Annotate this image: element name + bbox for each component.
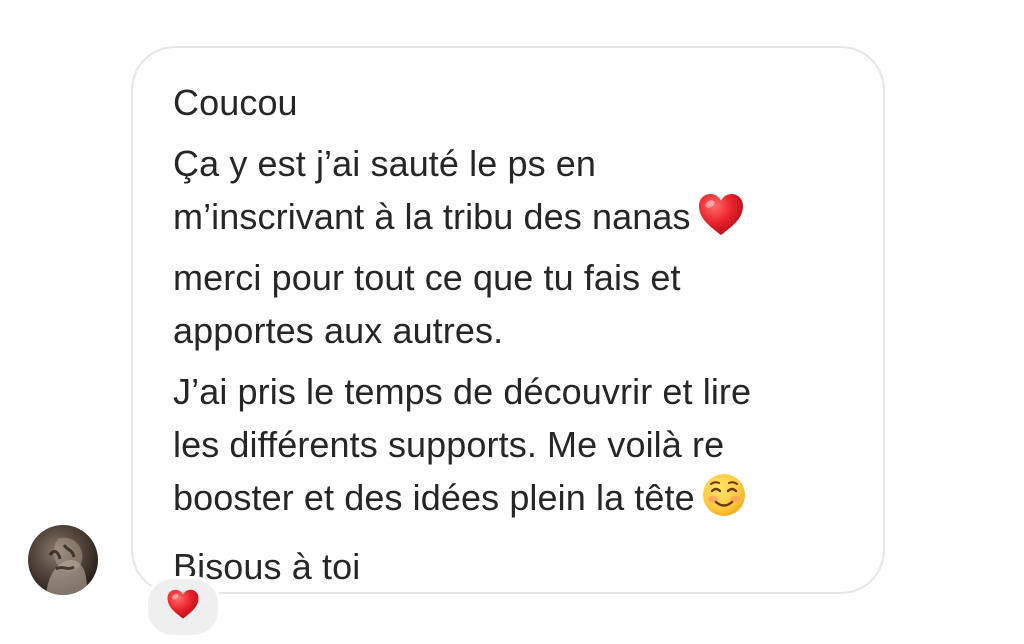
message-line-text: booster et des idées plein la tête: [173, 477, 695, 518]
message-paragraph-2: Ça y est j’ai sauté le ps en m’inscrivan…: [173, 137, 873, 357]
message-line: apportes aux autres.: [173, 310, 504, 351]
message-line-with-smiley: booster et des idées plein la tête: [173, 471, 873, 532]
message-paragraph-3: J’ai pris le temps de découvrir et lire …: [173, 365, 873, 532]
message-line-with-heart: m’inscrivant à la tribu des nanas: [173, 190, 873, 251]
message-text: Coucou Ça y est j’ai sauté le ps en m’in…: [173, 76, 873, 593]
heart-reaction-icon: [166, 589, 200, 625]
message-line-text: m’inscrivant à la tribu des nanas: [173, 196, 691, 237]
message-bubble[interactable]: Coucou Ça y est j’ai sauté le ps en m’in…: [131, 46, 885, 594]
smiling-face-icon: [701, 472, 747, 532]
message-line: J’ai pris le temps de découvrir et lire: [173, 371, 752, 412]
heart-reaction-badge[interactable]: [145, 576, 221, 638]
message-line: Ça y est j’ai sauté le ps en: [173, 143, 597, 184]
message-paragraph-4: Bisous à toi: [173, 540, 873, 593]
message-line: Coucou: [173, 82, 298, 123]
sender-avatar[interactable]: [28, 525, 98, 595]
message-line: les différents supports. Me voilà re: [173, 424, 725, 465]
message-paragraph-1: Coucou: [173, 76, 873, 129]
red-heart-icon: [697, 193, 745, 251]
message-line: merci pour tout ce que tu fais et: [173, 257, 681, 298]
avatar-photo: [46, 537, 88, 595]
message-line: Bisous à toi: [173, 546, 361, 587]
